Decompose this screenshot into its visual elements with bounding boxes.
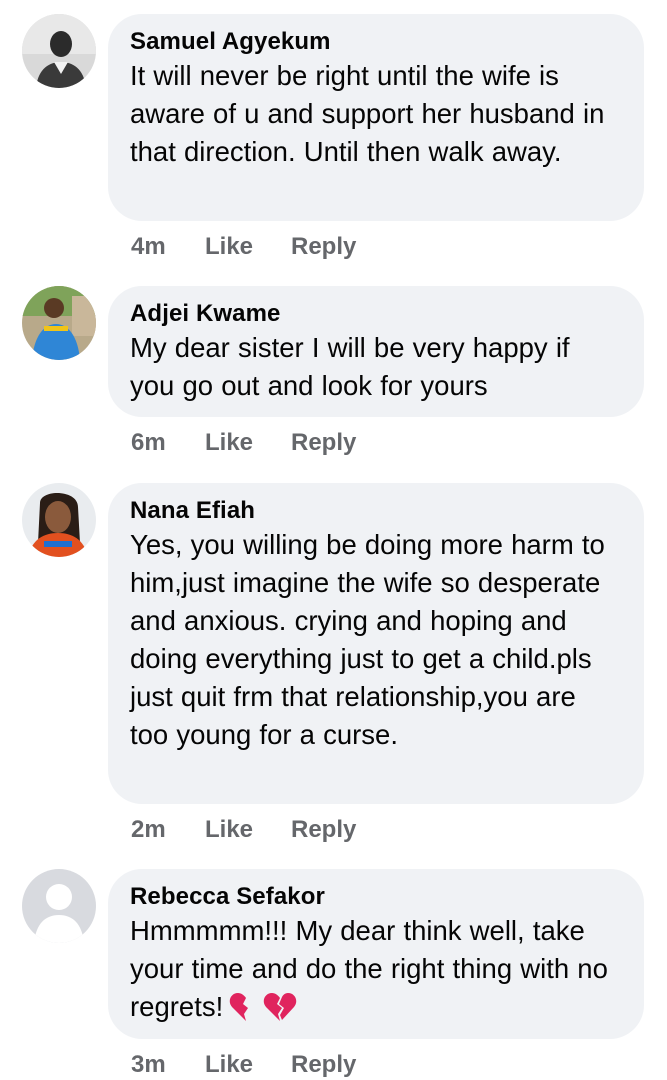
comment-author[interactable]: Nana Efiah: [130, 497, 622, 525]
comment-actions: 3m Like Reply: [131, 1050, 356, 1080]
comment-time[interactable]: 3m: [131, 1051, 205, 1079]
reply-button[interactable]: Reply: [291, 816, 356, 844]
comment-text: My dear sister I will be very happy if y…: [130, 332, 570, 401]
reply-button[interactable]: Reply: [291, 233, 356, 261]
comment-time[interactable]: 6m: [131, 429, 205, 457]
like-button[interactable]: Like: [205, 233, 291, 261]
comment-text: It will never be right until the wife is…: [130, 60, 605, 167]
avatar[interactable]: [22, 286, 96, 360]
comment-text: Yes, you willing be doing more harm to h…: [130, 529, 605, 750]
like-button[interactable]: Like: [205, 1051, 291, 1079]
broken-heart-icon: [229, 992, 263, 1032]
comment-actions: 4m Like Reply: [131, 232, 356, 262]
avatar[interactable]: [22, 869, 96, 943]
comment-bubble: Nana Efiah Yes, you willing be doing mor…: [108, 483, 644, 804]
broken-heart-icon: [263, 992, 297, 1032]
comment-bubble: Adjei Kwame My dear sister I will be ver…: [108, 286, 644, 417]
like-button[interactable]: Like: [205, 429, 291, 457]
avatar[interactable]: [22, 483, 96, 557]
comment-time[interactable]: 4m: [131, 233, 205, 261]
comment-text-body: Hmmmmm!!! My dear think well, take your …: [130, 915, 608, 1022]
comment-actions: 6m Like Reply: [131, 428, 356, 458]
comment-bubble: Rebecca Sefakor Hmmmmm!!! My dear think …: [108, 869, 644, 1039]
comment-time[interactable]: 2m: [131, 816, 205, 844]
comment-author[interactable]: Rebecca Sefakor: [130, 883, 622, 911]
comment-bubble: Samuel Agyekum It will never be right un…: [108, 14, 644, 221]
reply-button[interactable]: Reply: [291, 1051, 356, 1079]
comment-author[interactable]: Adjei Kwame: [130, 300, 622, 328]
comment-author[interactable]: Samuel Agyekum: [130, 28, 622, 56]
comment-actions: 2m Like Reply: [131, 815, 356, 845]
like-button[interactable]: Like: [205, 816, 291, 844]
avatar[interactable]: [22, 14, 96, 88]
reply-button[interactable]: Reply: [291, 429, 356, 457]
comment-text: Hmmmmm!!! My dear think well, take your …: [130, 912, 622, 1032]
